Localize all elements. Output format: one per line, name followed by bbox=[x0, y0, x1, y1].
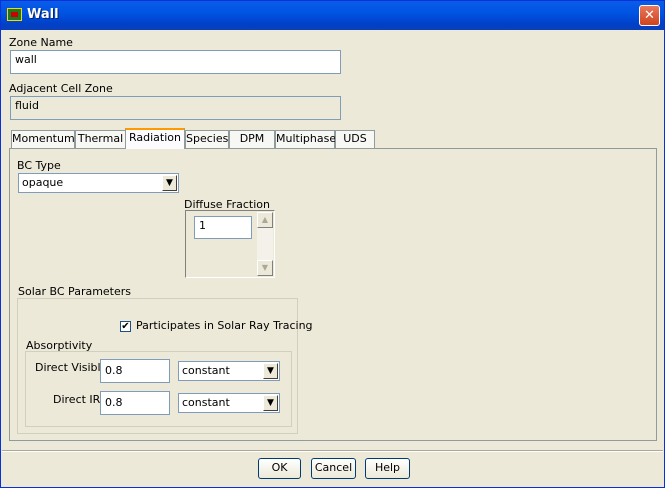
tab-radiation[interactable]: Radiation bbox=[125, 128, 185, 149]
chevron-down-icon[interactable]: ▼ bbox=[162, 175, 177, 191]
adjacent-cell-zone-label: Adjacent Cell Zone bbox=[9, 82, 113, 95]
direct-visible-label: Direct Visible bbox=[35, 361, 108, 374]
tab-dpm[interactable]: DPM bbox=[229, 130, 275, 148]
direct-visible-input[interactable]: 0.8 bbox=[100, 359, 170, 383]
solar-bc-parameters-group: ✔ Participates in Solar Ray Tracing Abso… bbox=[17, 298, 313, 434]
direct-visible-method-select[interactable]: constant ▼ bbox=[178, 361, 280, 381]
ok-button[interactable]: OK bbox=[258, 458, 301, 479]
absorptivity-group: Direct Visible 0.8 constant ▼ Direct IR … bbox=[25, 351, 292, 427]
wall-dialog: Wall ✕ Zone Name wall Adjacent Cell Zone… bbox=[0, 0, 665, 488]
app-icon bbox=[7, 8, 22, 21]
tab-thermal[interactable]: Thermal bbox=[75, 130, 126, 148]
bc-type-label: BC Type bbox=[17, 159, 61, 172]
diffuse-fraction-input[interactable]: 1 bbox=[194, 216, 252, 239]
tab-multiphase[interactable]: Multiphase bbox=[275, 130, 336, 148]
direct-ir-input[interactable]: 0.8 bbox=[100, 391, 170, 415]
title-bar[interactable]: Wall ✕ bbox=[1, 1, 664, 30]
participates-label: Participates in Solar Ray Tracing bbox=[136, 319, 313, 332]
zone-name-input[interactable]: wall bbox=[10, 50, 341, 74]
radiation-panel: BC Type opaque ▼ Diffuse Fraction 1 ▲ ▼ … bbox=[9, 148, 657, 441]
direct-visible-method-value: constant bbox=[182, 364, 230, 377]
divider bbox=[2, 450, 663, 452]
direct-ir-method-value: constant bbox=[182, 396, 230, 409]
tab-uds[interactable]: UDS bbox=[335, 130, 375, 148]
adjacent-cell-zone-field: fluid bbox=[10, 96, 341, 120]
help-button[interactable]: Help bbox=[365, 458, 410, 479]
tab-momentum[interactable]: Momentum bbox=[11, 130, 75, 148]
close-button[interactable]: ✕ bbox=[639, 5, 660, 26]
chevron-down-icon[interactable]: ▼ bbox=[263, 395, 278, 411]
solar-bc-parameters-label: Solar BC Parameters bbox=[18, 285, 132, 298]
direct-ir-label: Direct IR bbox=[53, 393, 101, 406]
zone-name-label: Zone Name bbox=[9, 36, 73, 49]
chevron-down-icon[interactable]: ▼ bbox=[263, 363, 278, 379]
direct-ir-method-select[interactable]: constant ▼ bbox=[178, 393, 280, 413]
scroll-up-icon[interactable]: ▲ bbox=[257, 212, 273, 228]
participates-checkbox[interactable]: ✔ bbox=[120, 321, 131, 332]
diffuse-fraction-scrollbar[interactable]: ▲ ▼ bbox=[256, 212, 273, 276]
scroll-down-icon[interactable]: ▼ bbox=[257, 260, 273, 276]
cancel-button[interactable]: Cancel bbox=[311, 458, 356, 479]
bc-type-select[interactable]: opaque ▼ bbox=[18, 173, 179, 193]
diffuse-fraction-list: 1 ▲ ▼ bbox=[185, 210, 275, 278]
window-title: Wall bbox=[27, 7, 59, 22]
tab-species[interactable]: Species bbox=[185, 130, 229, 148]
bc-type-value: opaque bbox=[22, 176, 64, 189]
